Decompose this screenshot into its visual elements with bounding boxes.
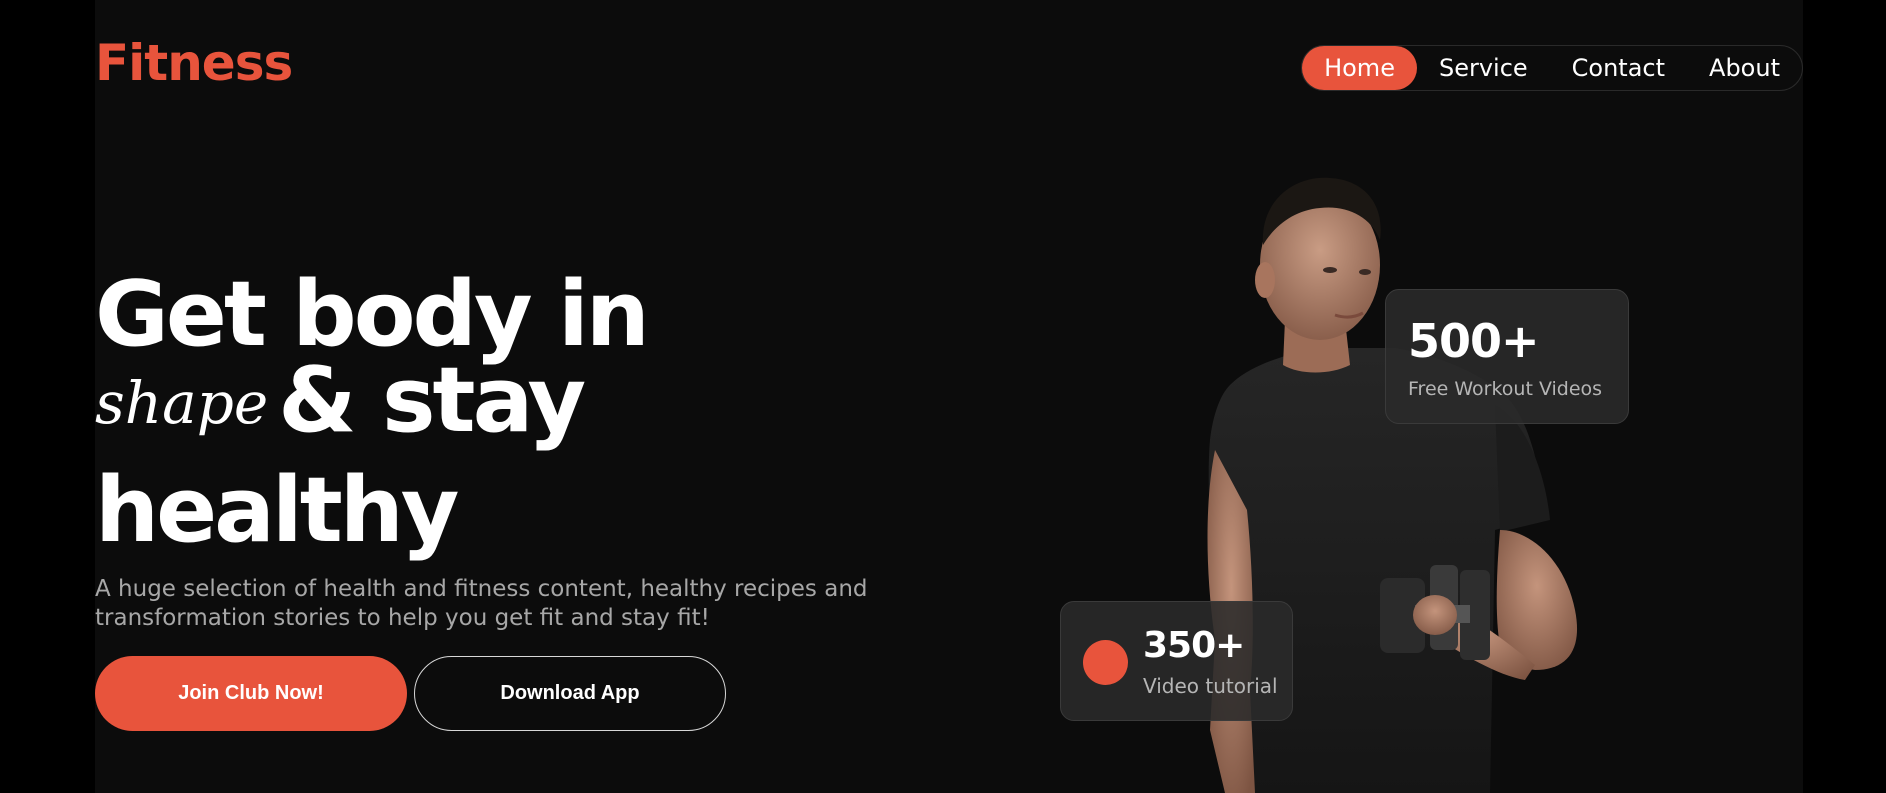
main-nav: Home Service Contact About — [1301, 45, 1803, 91]
headline-line-2-text: & stay — [278, 348, 586, 453]
stat-label: Free Workout Videos — [1408, 378, 1603, 400]
headline-line-2: shape & stay — [95, 356, 647, 454]
download-app-button[interactable]: Download App — [414, 656, 726, 731]
nav-item-contact[interactable]: Contact — [1550, 46, 1687, 90]
hero-headline: Get body in shape & stay healthy — [95, 262, 650, 563]
headline-line-3: healthy — [95, 458, 459, 563]
hero-subtitle: A huge selection of health and fitness c… — [95, 576, 868, 631]
stat-label: Video tutorial — [1143, 674, 1278, 698]
stat-value: 350+ — [1143, 625, 1245, 666]
stat-card-video-tutorial: 350+ Video tutorial — [1060, 601, 1293, 721]
nav-item-home[interactable]: Home — [1302, 46, 1417, 90]
join-club-button[interactable]: Join Club Now! — [95, 656, 407, 731]
stat-value: 500+ — [1408, 314, 1540, 368]
nav-item-service[interactable]: Service — [1417, 46, 1550, 90]
stat-card-workout-videos: 500+ Free Workout Videos — [1385, 289, 1629, 424]
headline-line-1: Get body in — [95, 262, 650, 367]
nav-item-about[interactable]: About — [1687, 46, 1802, 90]
page: Fitness Home Service Contact About Get b… — [95, 0, 1803, 793]
brand-logo[interactable]: Fitness — [95, 38, 293, 88]
record-dot-icon — [1083, 640, 1128, 685]
headline-script-word: shape — [95, 369, 269, 437]
